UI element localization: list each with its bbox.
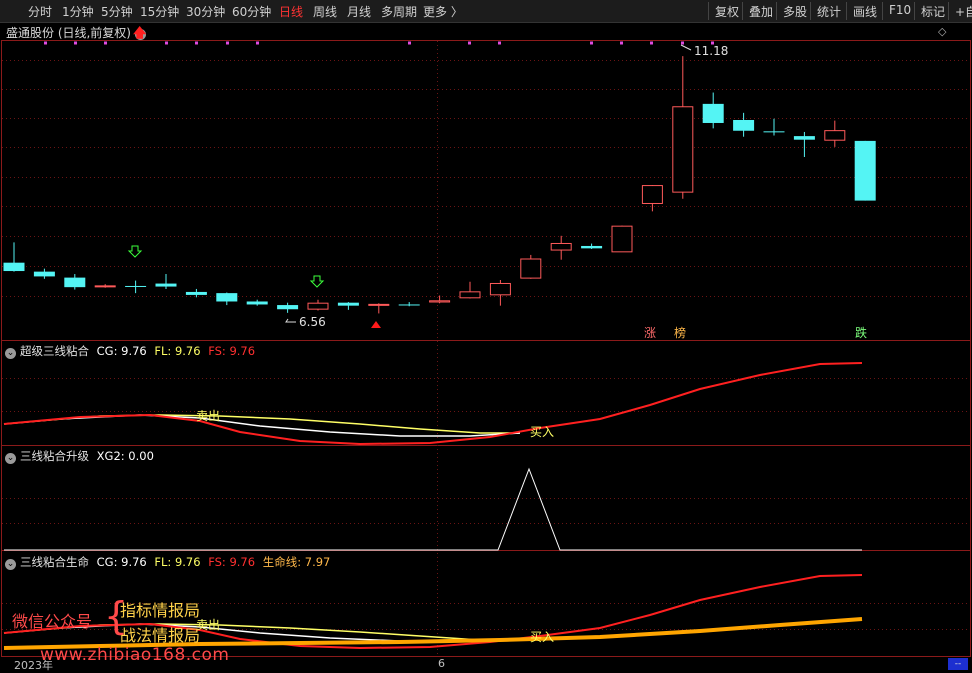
- panel1-lines: [3, 362, 863, 446]
- panel1-fs: FS: 9.76: [208, 344, 256, 358]
- candle-body: [763, 131, 785, 133]
- panel1-cg: CG: 9.76: [96, 344, 147, 358]
- chevron-down-icon[interactable]: ⌄: [5, 453, 16, 464]
- panel2-header: ⌄ 三线粘合升级 XG2: 0.00: [0, 448, 154, 464]
- panel2-xg2: XG2: 0.00: [96, 449, 154, 463]
- signal-marks: [127, 44, 692, 328]
- panel3-life: 生命线: 7.97: [262, 555, 331, 569]
- panel3-name: 三线粘合生命: [20, 555, 89, 569]
- top-marker-dot: [226, 41, 229, 45]
- top-marker-dot: [44, 41, 47, 45]
- candlestick-series: [3, 56, 876, 314]
- panel3-fl: FL: 9.76: [154, 555, 201, 569]
- candle-body: [307, 302, 329, 310]
- candle-body: [520, 258, 542, 279]
- candle-body: [64, 277, 86, 288]
- top-marker-dot: [256, 41, 259, 45]
- panel1-name: 超级三线粘合: [20, 344, 89, 358]
- candle-body: [368, 303, 390, 306]
- panel2-xg2-line: [4, 467, 862, 551]
- panel3-cg: CG: 9.76: [96, 555, 147, 569]
- candle-body: [277, 305, 299, 310]
- chart-canvas[interactable]: 11.18 6.56 涨 榜 跌 卖出 买入 卖出 买入: [0, 0, 972, 671]
- panel3-fs: FS: 9.76: [208, 555, 256, 569]
- candle-body: [824, 130, 846, 141]
- candle-body: [216, 293, 238, 302]
- panel1-header: ⌄ 超级三线粘合 CG: 9.76 FL: 9.76 FS: 9.76: [0, 343, 255, 359]
- panel1-buy-label: 买入: [530, 425, 554, 439]
- chevron-down-icon[interactable]: ⌄: [5, 559, 16, 570]
- top-marker-dot: [590, 41, 593, 45]
- down-arrow-icon: [309, 275, 325, 288]
- tag-zhang: 涨: [644, 325, 656, 340]
- top-marker-dot: [498, 41, 501, 45]
- panel1-fl: FL: 9.76: [154, 344, 201, 358]
- tag-die: 跌: [855, 325, 867, 340]
- tag-bang: 榜: [674, 325, 686, 340]
- candle-body: [398, 304, 420, 306]
- top-marker-dot: [104, 41, 107, 45]
- candle-body: [489, 282, 511, 296]
- panel3-header: ⌄ 三线粘合生命 CG: 9.76 FL: 9.76 FS: 9.76 生命线: …: [0, 554, 330, 570]
- candle-body: [429, 300, 451, 303]
- candle-body: [459, 291, 481, 299]
- max-leader-line: [680, 44, 692, 51]
- candle-body: [611, 225, 633, 253]
- red-triangle-icon: [371, 321, 381, 328]
- candle-body: [702, 103, 724, 123]
- chevron-down-icon[interactable]: ⌄: [5, 348, 16, 359]
- candle-body: [3, 262, 25, 272]
- top-marker-dot: [620, 41, 623, 45]
- candle-body: [550, 242, 572, 251]
- watermark-wechat: 微信公众号: [12, 612, 93, 631]
- candle-body: [246, 301, 268, 305]
- top-marker-dot: [165, 41, 168, 45]
- top-marker-dot: [468, 41, 471, 45]
- candle-body: [581, 245, 603, 249]
- panel1-fs-line: [3, 362, 863, 446]
- main-panel-frame: [1, 40, 971, 341]
- candle-body: [94, 285, 116, 288]
- panel1-sell-label: 卖出: [196, 409, 220, 423]
- panel2-lines: [4, 467, 862, 551]
- candle-body: [672, 106, 694, 193]
- watermark-name1: 指标情报局: [120, 601, 201, 620]
- watermark-name2: 战法情报局: [120, 626, 201, 645]
- top-marker-dot: [681, 41, 684, 45]
- x-axis-month: 6: [438, 657, 445, 670]
- candle-body: [125, 285, 147, 287]
- top-marker-dot: [195, 41, 198, 45]
- watermark-site: www.zhibiao168.com: [40, 645, 230, 665]
- down-arrow-icon: [127, 245, 143, 258]
- panel3-buy-label: 买入: [530, 630, 554, 644]
- candle-body: [185, 291, 207, 295]
- candle-body: [641, 185, 663, 204]
- panel2-name: 三线粘合升级: [20, 449, 89, 463]
- status-box[interactable]: --: [948, 658, 968, 670]
- candle-body: [33, 271, 55, 277]
- candle-body: [733, 119, 755, 131]
- candle-body: [854, 140, 876, 201]
- min-leader-line: [285, 318, 296, 323]
- min-price-label: 6.56: [299, 315, 326, 329]
- top-marker-dot: [650, 41, 653, 45]
- top-marker-dot: [408, 41, 411, 45]
- candle-body: [155, 283, 177, 287]
- top-marker-dot: [74, 41, 77, 45]
- max-price-label: 11.18: [694, 44, 728, 58]
- candle-body: [793, 136, 815, 140]
- candle-body: [337, 302, 359, 306]
